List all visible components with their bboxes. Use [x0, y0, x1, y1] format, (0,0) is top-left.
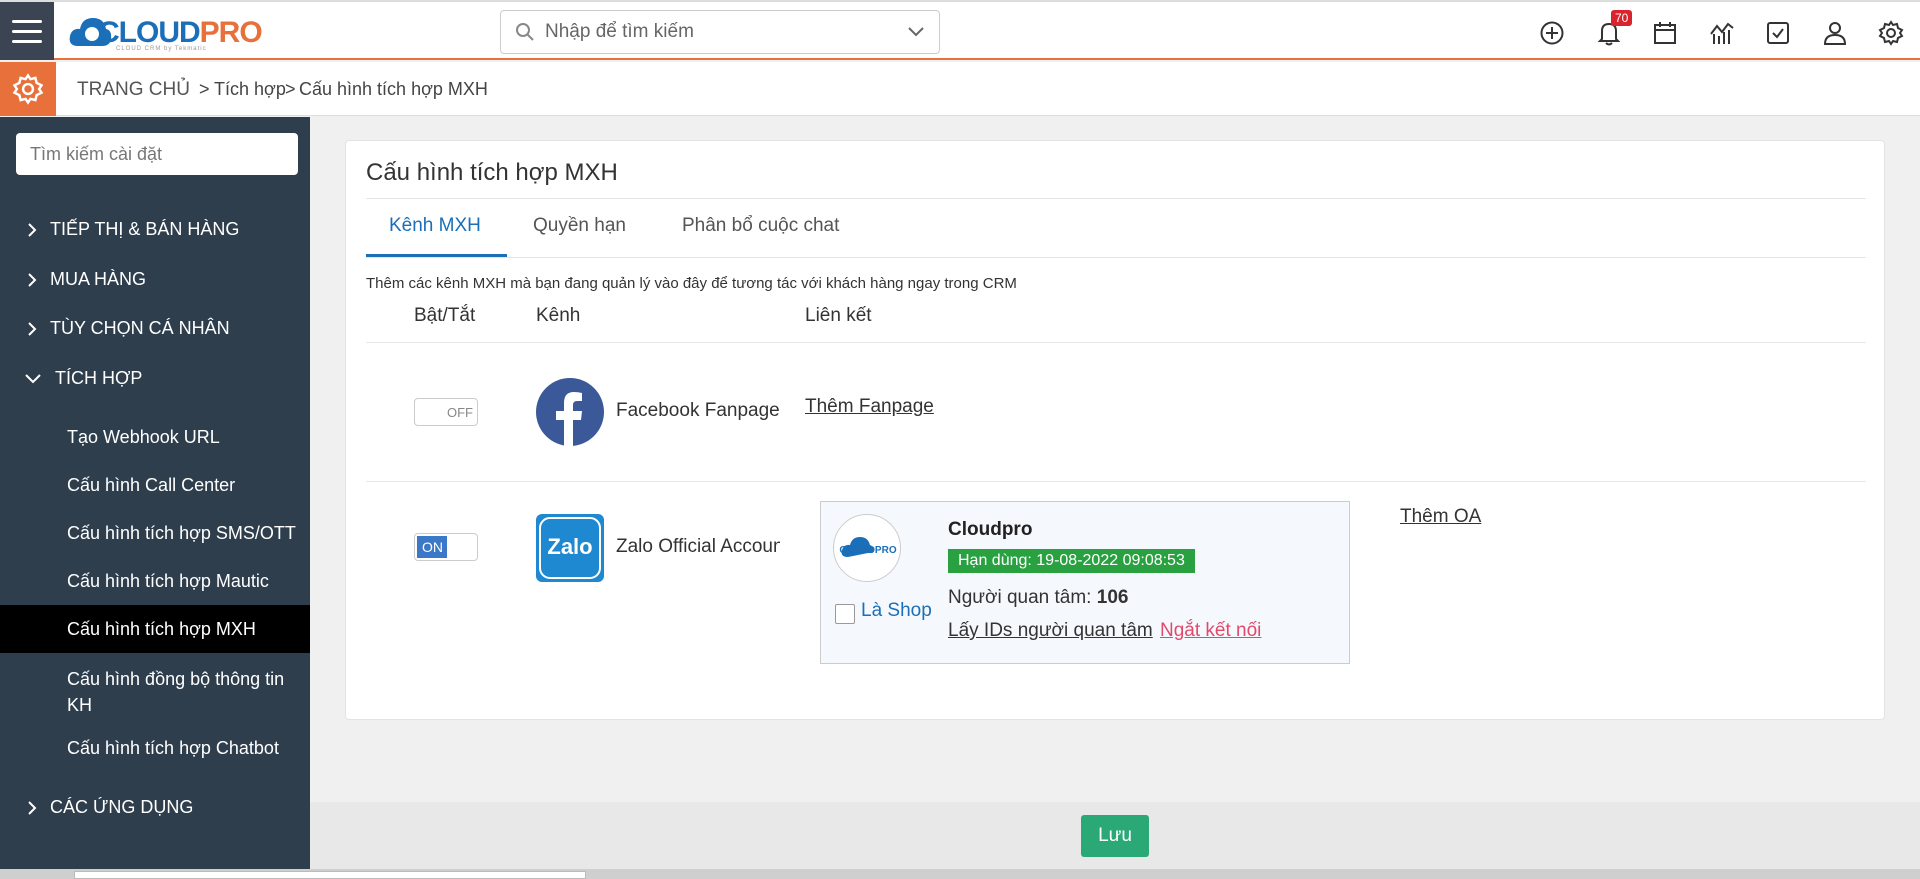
- oa-name: Cloudpro: [948, 519, 1033, 540]
- chevron-right-icon: [28, 273, 37, 287]
- column-header-channel: Kênh: [536, 305, 581, 326]
- sidebar-section-label: TÙY CHỌN CÁ NHÂN: [50, 318, 230, 338]
- chevron-down-icon: [25, 374, 41, 384]
- zalo-toggle[interactable]: ON: [414, 533, 478, 561]
- breadcrumb-separator: >: [285, 79, 296, 99]
- checkbox-icon[interactable]: [1765, 20, 1791, 46]
- disconnect-link[interactable]: Ngắt kết nối: [1160, 620, 1261, 642]
- divider: [366, 257, 1866, 258]
- sidebar-item-customer-sync[interactable]: Cấu hình đồng bộ thông tin KH: [0, 666, 290, 718]
- logo-subtitle: CLOUD CRM by Tekmatic: [116, 46, 207, 52]
- oa-followers: Người quan tâm: 106: [948, 587, 1129, 608]
- facebook-icon: [536, 378, 604, 446]
- hamburger-menu-icon[interactable]: [0, 2, 54, 60]
- oa-avatar: CLOUDPRO: [833, 514, 901, 582]
- sidebar-item-sms-ott[interactable]: Cấu hình tích hợp SMS/OTT: [0, 523, 310, 549]
- sidebar-section-apps[interactable]: CÁC ỨNG DỤNG: [0, 797, 310, 821]
- plus-circle-icon[interactable]: [1539, 20, 1565, 46]
- global-search[interactable]: [500, 10, 940, 54]
- main-content: Cấu hình tích hợp MXH Kênh MXH Quyền hạn…: [310, 117, 1920, 802]
- sidebar-section-label: TÍCH HỢP: [55, 368, 143, 388]
- footer-bar: Lưu: [310, 802, 1920, 869]
- chevron-right-icon: [28, 223, 37, 237]
- chevron-right-icon: [28, 322, 37, 336]
- get-follower-ids-link[interactable]: Lấy IDs người quan tâm: [948, 620, 1153, 642]
- facebook-toggle[interactable]: OFF: [414, 398, 478, 426]
- breadcrumb-separator: >: [199, 79, 210, 99]
- zalo-icon: Zalo: [536, 514, 604, 582]
- breadcrumb-bar: TRANG CHỦ > Tích hợp > Cấu hình tích hợp…: [0, 62, 1920, 116]
- svg-text:CLOUDPRO: CLOUDPRO: [839, 545, 896, 556]
- tab-chat-distribution[interactable]: Phân bổ cuộc chat: [682, 215, 839, 237]
- integration-card: Cấu hình tích hợp MXH Kênh MXH Quyền hạn…: [345, 140, 1885, 720]
- chevron-down-icon[interactable]: [907, 25, 925, 39]
- divider: [366, 342, 1866, 343]
- sidebar-section-label: MUA HÀNG: [50, 269, 147, 289]
- add-fanpage-link[interactable]: Thêm Fanpage: [805, 396, 934, 418]
- sidebar-item-call-center[interactable]: Cấu hình Call Center: [0, 475, 310, 501]
- save-button[interactable]: Lưu: [1081, 815, 1149, 857]
- sidebar-section-purchasing[interactable]: MUA HÀNG: [0, 269, 310, 293]
- is-shop-checkbox[interactable]: [835, 604, 855, 624]
- tab-social-channels[interactable]: Kênh MXH: [389, 215, 481, 237]
- oa-expiry-badge: Hạn dùng: 19-08-2022 09:08:53: [948, 549, 1195, 573]
- calendar-icon[interactable]: [1652, 20, 1678, 46]
- notification-badge: 70: [1611, 10, 1633, 26]
- sidebar-section-marketing-sales[interactable]: TIẾP THỊ & BÁN HÀNG: [0, 219, 310, 243]
- page-title: Cấu hình tích hợp MXH: [366, 159, 618, 186]
- gear-icon[interactable]: [1878, 20, 1904, 46]
- sidebar-item-mautic[interactable]: Cấu hình tích hợp Mautic: [0, 571, 310, 597]
- logo-text: CLOUDPRO: [98, 16, 263, 49]
- channel-name-facebook: Facebook Fanpage: [616, 400, 780, 421]
- user-icon[interactable]: [1822, 20, 1848, 46]
- channel-name-zalo: Zalo Official Account: [616, 536, 780, 557]
- sidebar-section-label: CÁC ỨNG DỤNG: [50, 797, 194, 817]
- taskbar-strip: [0, 869, 1920, 879]
- settings-gear-icon[interactable]: [0, 62, 56, 116]
- global-search-input[interactable]: [545, 19, 885, 45]
- sidebar-section-personal-options[interactable]: TÙY CHỌN CÁ NHÂN: [0, 318, 310, 342]
- sidebar-section-label: TIẾP THỊ & BÁN HÀNG: [50, 219, 240, 239]
- breadcrumb-integration[interactable]: Tích hợp: [214, 79, 286, 100]
- logo[interactable]: CLOUDPRO CLOUD CRM by Tekmatic: [68, 10, 268, 52]
- chevron-right-icon: [28, 801, 37, 815]
- sidebar-item-webhook[interactable]: Tạo Webhook URL: [0, 427, 310, 453]
- add-oa-link[interactable]: Thêm OA: [1400, 506, 1481, 528]
- tab-permissions[interactable]: Quyền hạn: [533, 215, 626, 237]
- breadcrumb-current: Cấu hình tích hợp MXH: [299, 79, 488, 99]
- top-bar: CLOUDPRO CLOUD CRM by Tekmatic 70: [0, 0, 1920, 60]
- zalo-oa-card: CLOUDPRO Cloudpro Hạn dùng: 19-08-2022 0…: [820, 501, 1350, 664]
- sidebar-section-integration[interactable]: TÍCH HỢP: [0, 368, 310, 392]
- description-text: Thêm các kênh MXH mà bạn đang quản lý và…: [366, 275, 1017, 292]
- breadcrumb-home[interactable]: TRANG CHỦ: [77, 79, 190, 101]
- sidebar-item-mxh[interactable]: Cấu hình tích hợp MXH: [0, 605, 310, 653]
- settings-search-input[interactable]: [16, 133, 298, 175]
- chart-icon[interactable]: [1709, 20, 1735, 46]
- settings-sidebar: TIẾP THỊ & BÁN HÀNG MUA HÀNG TÙY CHỌN CÁ…: [0, 117, 310, 869]
- column-header-toggle: Bật/Tắt: [414, 305, 476, 326]
- divider: [366, 198, 1866, 199]
- search-icon: [516, 23, 534, 41]
- is-shop-label[interactable]: Là Shop: [861, 600, 932, 622]
- sidebar-item-chatbot[interactable]: Cấu hình tích hợp Chatbot: [0, 738, 310, 764]
- svg-text:Zalo: Zalo: [547, 534, 592, 559]
- divider: [366, 481, 1866, 482]
- column-header-link: Liên kết: [805, 305, 872, 326]
